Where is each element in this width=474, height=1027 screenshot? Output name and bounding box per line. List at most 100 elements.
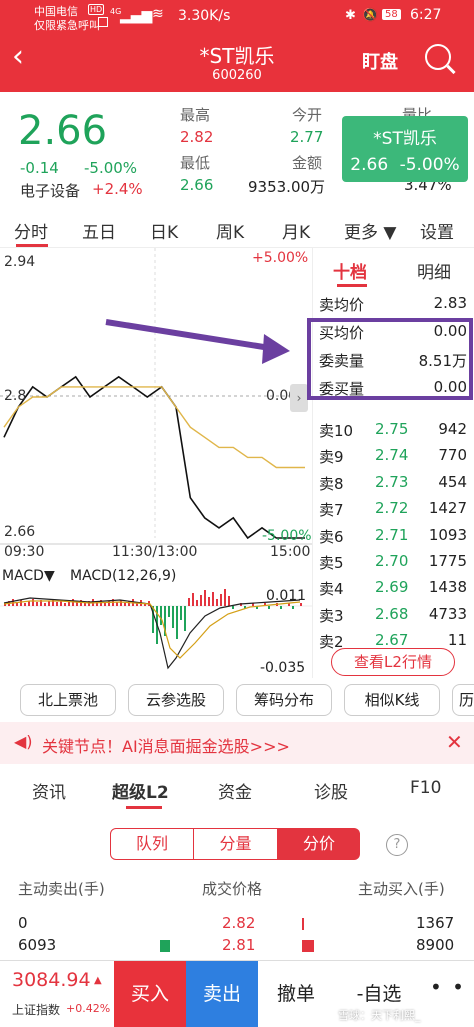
- tab-news[interactable]: 资讯: [32, 778, 66, 803]
- index-value[interactable]: 3084.94: [12, 969, 91, 991]
- chip-northbound[interactable]: 北上票池: [20, 684, 116, 716]
- tab-detail[interactable]: 明细: [417, 258, 451, 283]
- stock-title: *ST凯乐: [199, 44, 275, 68]
- buy-button[interactable]: 买入: [114, 961, 186, 1027]
- watch-button[interactable]: 盯盘: [362, 48, 398, 74]
- macd-bar: [224, 589, 226, 606]
- intraday-chart[interactable]: 2.94 2.8 2.66 +5.00% 0.00% -5.00% 09:30 …: [0, 248, 312, 678]
- banner-text[interactable]: 关键节点！AI消息面掘金选股>>>: [42, 733, 290, 757]
- price-change-pct: -5.00%: [84, 159, 138, 177]
- macd-bar: [36, 602, 38, 606]
- tab-funds[interactable]: 资金: [218, 778, 252, 803]
- ask-label: 卖4: [319, 580, 344, 599]
- view-l2-button[interactable]: 查看L2行情: [331, 648, 455, 676]
- price-popup: *ST凯乐 2.66 -5.00%: [342, 116, 468, 182]
- ask-row[interactable]: 卖8 2.73 454: [313, 469, 474, 495]
- amount-value: 9353.00万: [248, 178, 326, 196]
- ask-row[interactable]: 卖9 2.74 770: [313, 442, 474, 468]
- popup-price: 2.66: [350, 155, 389, 175]
- macd-bar: [168, 606, 170, 617]
- macd-bar: [160, 606, 162, 625]
- last-price: 2.66: [18, 108, 108, 154]
- tab-settings[interactable]: 设置: [420, 218, 454, 243]
- segment-by-volume[interactable]: 分量: [194, 828, 278, 860]
- ask-price: 2.68: [375, 604, 409, 623]
- ask-row[interactable]: 卖6 2.71 1093: [313, 522, 474, 548]
- status-bar: 中国电信 HD 仅限紧急呼叫 4G ▂▄▆ ≋ 3.30K/s ✱ 🔕 58 6…: [0, 0, 474, 32]
- segment-queue[interactable]: 队列: [110, 828, 194, 860]
- macd-bar: [280, 606, 282, 609]
- quote-panel: 2.66 -0.14 -5.00% 电子设备 +2.4% 最高 2.82 最低 …: [0, 92, 474, 204]
- price-change: -0.14: [20, 159, 59, 177]
- ask-volume: 1438: [428, 578, 467, 597]
- close-icon[interactable]: ✕: [446, 730, 463, 754]
- chip-similar-k[interactable]: 相似K线: [344, 684, 440, 716]
- low-label: 最低: [180, 154, 211, 172]
- ask-price: 2.71: [375, 525, 409, 544]
- macd-selector[interactable]: MACD▼: [2, 568, 55, 584]
- high-value: 2.82: [180, 128, 214, 146]
- stock-code: 600260: [212, 68, 262, 83]
- row-price: 2.82: [222, 914, 256, 932]
- buy-volume: 8900: [416, 936, 455, 954]
- tab-intraday[interactable]: 分时: [14, 218, 48, 243]
- ask-row[interactable]: 卖7 2.72 1427: [313, 495, 474, 521]
- order-book: 十档 明细 卖均价 2.83 买均价 0.00 委卖量 8.51万 委买量 0.00 卖10 2…: [307, 248, 474, 678]
- help-icon[interactable]: ?: [386, 834, 408, 856]
- index-up-icon: ▲: [94, 975, 102, 986]
- ask-row[interactable]: 卖10 2.75 942: [313, 416, 474, 442]
- sim-icon: [98, 17, 108, 27]
- cancel-order-button[interactable]: 撤单: [258, 961, 334, 1027]
- macd-bar: [268, 606, 270, 609]
- summary-value: 2.83: [433, 294, 467, 312]
- ask-volume: 942: [438, 420, 467, 438]
- tab-daily[interactable]: 日K: [150, 218, 178, 243]
- ask-label: 卖5: [319, 554, 344, 572]
- summary-label: 卖均价: [319, 296, 365, 314]
- tab-weekly[interactable]: 周K: [216, 218, 244, 243]
- watermark: 雪球：天下利熙_: [338, 1009, 421, 1022]
- tab-ten-levels[interactable]: 十档: [333, 258, 367, 283]
- ask-volume: 1775: [428, 552, 467, 570]
- macd-params: MACD(12,26,9): [70, 568, 177, 584]
- macd-bar: [120, 600, 122, 606]
- ask-row[interactable]: 卖5 2.70 1775: [313, 548, 474, 574]
- promo-banner[interactable]: ◀) 关键节点！AI消息面掘金选股>>> ✕: [0, 722, 474, 764]
- macd-bar: [32, 599, 34, 606]
- popup-price-line: 2.66 -5.00%: [342, 155, 468, 175]
- tab-f10[interactable]: F10: [410, 778, 441, 798]
- header-price: 成交价格: [202, 880, 263, 898]
- macd-bar: [232, 606, 234, 609]
- y-axis-bottom: 2.66: [4, 524, 36, 540]
- popup-pct: -5.00%: [399, 155, 460, 175]
- chip-chip-distribution[interactable]: 筹码分布: [236, 684, 332, 716]
- arrow-head: [262, 334, 290, 364]
- x-axis-start: 09:30: [4, 544, 45, 560]
- sell-volume: 6093: [18, 936, 57, 954]
- macd-bar: [56, 602, 58, 606]
- macd-bar: [188, 598, 190, 606]
- tab-more[interactable]: 更多 ▼: [344, 218, 396, 243]
- arrow-shaft: [105, 319, 271, 351]
- macd-bar: [204, 590, 206, 606]
- sector-name[interactable]: 电子设备: [20, 180, 80, 201]
- macd-bar: [220, 594, 222, 606]
- tab-super-l2[interactable]: 超级L2: [112, 778, 169, 803]
- segment-by-price[interactable]: 分价: [278, 828, 360, 860]
- ask-row[interactable]: 卖4 2.69 1438: [313, 574, 474, 600]
- macd-bar: [216, 599, 218, 606]
- tab-monthly[interactable]: 月K: [282, 218, 310, 243]
- macd-bar: [208, 597, 210, 606]
- macd-bar: [172, 606, 174, 628]
- chip-history[interactable]: 历: [452, 684, 474, 716]
- tab-diagnosis[interactable]: 诊股: [314, 778, 348, 803]
- macd-bar: [176, 606, 178, 639]
- tab-ten-indicator: [337, 284, 367, 287]
- ask-price: 2.75: [375, 420, 409, 438]
- chip-cloud-picks[interactable]: 云参选股: [128, 684, 224, 716]
- ask-volume: 1093: [428, 525, 467, 544]
- sell-button[interactable]: 卖出: [186, 961, 258, 1027]
- more-icon[interactable]: • •: [430, 975, 466, 999]
- tab-five-day[interactable]: 五日: [82, 218, 116, 243]
- ask-row[interactable]: 卖3 2.68 4733: [313, 601, 474, 627]
